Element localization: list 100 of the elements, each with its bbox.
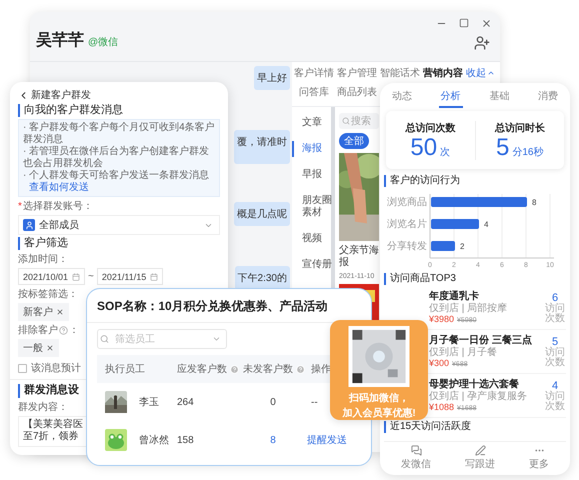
checkbox[interactable] — [18, 364, 27, 373]
channel-label: @微信 — [88, 36, 118, 49]
section-title: 向我的客户群发消息 — [18, 104, 220, 118]
date-field[interactable]: 2021/10/01 — [18, 268, 86, 286]
tag-chip[interactable]: 一般 — [18, 339, 59, 358]
visit-count: 4 — [552, 380, 558, 392]
info-text: · 客户群发每个客户每个月仅可收到4条客户群发消息 — [23, 122, 215, 146]
stat-label: 总访问时长 — [494, 121, 545, 134]
chevron-up-icon — [487, 69, 495, 77]
employee-name: 曾冰然 — [138, 434, 169, 447]
category-item[interactable]: 宣传册 — [292, 257, 334, 273]
person-icon — [24, 220, 34, 230]
category-item[interactable]: 海报 — [292, 141, 334, 157]
qr-caption: 扫码加微信， — [349, 392, 409, 405]
count-label: 访问次数 — [545, 392, 565, 412]
calendar-icon — [150, 272, 158, 281]
category-item[interactable]: 视频 — [292, 231, 334, 247]
value-label: 2 — [460, 242, 464, 251]
axis-label: 浏览商品 — [387, 197, 427, 208]
tag-chip[interactable]: 新客户 — [18, 303, 69, 322]
checkbox-label: 该消息预计 — [31, 362, 81, 376]
account-select[interactable]: 全部成员 — [18, 215, 220, 236]
nav-button[interactable]: 更多 — [529, 445, 549, 471]
tab[interactable]: 基础 — [487, 87, 512, 108]
product-tags: 仅到店 | 月子餐 — [429, 347, 544, 358]
required-mark: * — [18, 200, 22, 212]
stat-value: 5 — [496, 136, 510, 160]
product-name: 年度通乳卡 — [429, 291, 480, 302]
contact-name: 吴芊芊 — [36, 30, 84, 51]
close-icon[interactable] — [481, 18, 492, 29]
column-header: 应发客户数 — [177, 362, 227, 376]
column-header: 未发客户数 — [243, 362, 293, 376]
axis-label: 分享转发 — [387, 241, 427, 252]
axis-label: 浏览名片 — [387, 219, 427, 230]
qr-caption: 加入会员享优惠! — [342, 406, 416, 420]
close-icon[interactable] — [56, 308, 64, 316]
tab[interactable]: 智能话术 — [380, 65, 420, 81]
info-text: · 若管理员在微伴后台为客户创建客户群发也会占用群发机会 — [23, 146, 210, 170]
field-label: 排除客户 — [18, 324, 58, 338]
value-label: 8 — [532, 198, 536, 207]
message-text: 至7折，领券 — [23, 431, 79, 444]
page-title: 新建客户群发 — [31, 88, 91, 102]
product-price: ¥3980 — [429, 314, 454, 324]
tab[interactable]: 分析 — [438, 87, 463, 108]
range-separator: ~ — [88, 271, 94, 282]
message-bubble: 早上好 — [254, 66, 290, 90]
bar — [431, 219, 479, 229]
product-tags: 仅到店 | 局部按摩 — [429, 303, 544, 314]
info-text: · 个人群发每天可给客户发送一条群发消息 查看如何发送 — [23, 170, 210, 194]
stat-unit: 次 — [440, 146, 450, 158]
field-label: 群发内容： — [18, 400, 68, 414]
stat-label: 总访问次数 — [405, 121, 456, 134]
category-item[interactable]: 文章 — [292, 115, 334, 131]
section-title: 访问商品TOP3 — [384, 273, 456, 285]
field-label: 按标签筛选： — [18, 288, 78, 302]
filter-chip[interactable]: 全部 — [339, 133, 369, 149]
nav-button[interactable]: 发微信 — [401, 445, 431, 471]
value-label: 4 — [484, 220, 488, 229]
date-field[interactable]: 2021/11/15 — [96, 268, 164, 286]
product-name: 母婴护理十选六套餐 — [429, 379, 520, 390]
column-header: 执行员工 — [105, 362, 145, 376]
collapse-button[interactable]: 收起 — [466, 66, 495, 80]
search-field[interactable]: 搜索 — [339, 113, 379, 129]
count-label: 访问次数 — [545, 304, 565, 324]
tab[interactable]: 消费 — [536, 87, 560, 108]
category-item[interactable]: 早报 — [292, 167, 334, 183]
stat-unit: 分16秒 — [512, 146, 544, 158]
add-user-icon[interactable] — [474, 35, 490, 51]
table-cell-text: -- — [310, 396, 318, 408]
product-name: 月子餐一日份 三餐三点 — [429, 335, 533, 346]
material-title: 父亲节海报 — [339, 245, 379, 269]
chat-icon — [410, 445, 422, 456]
tab[interactable]: 客户详情 — [294, 65, 334, 81]
tab[interactable]: 客户管理 — [337, 65, 377, 81]
field-label: 选择群发账号： — [22, 200, 93, 214]
search-icon — [342, 117, 350, 125]
tab[interactable]: 商品列表 — [337, 84, 377, 100]
tab[interactable]: 动态 — [390, 87, 414, 108]
help-link[interactable]: 查看如何发送 — [29, 182, 89, 194]
product-price: ¥1088 — [429, 402, 454, 412]
field-label: 添加时间： — [18, 252, 68, 266]
employee-select[interactable]: 筛选员工 — [97, 329, 227, 349]
remind-link[interactable]: 提醒发送 — [307, 433, 363, 447]
bar — [431, 241, 455, 251]
search-icon — [100, 334, 109, 344]
table-cell: 8 — [270, 434, 276, 446]
close-icon[interactable] — [46, 344, 54, 352]
message-bubble: 覆，请准时 — [234, 130, 290, 164]
visit-count: 6 — [552, 292, 558, 304]
table-cell: 0 — [270, 396, 276, 408]
nav-button[interactable]: 写跟进 — [465, 445, 495, 471]
pen-icon — [474, 445, 486, 456]
count-label: 访问次数 — [545, 348, 565, 368]
maximize-icon[interactable] — [459, 18, 469, 28]
tab[interactable]: 问答库 — [294, 84, 334, 100]
tab[interactable]: 营销内容 — [423, 65, 463, 81]
visit-count: 5 — [552, 336, 558, 348]
category-item[interactable]: 朋友圈素材 — [292, 193, 334, 221]
column-header: 操作 — [311, 363, 331, 376]
product-tags: 仅到店 | 孕产康复服务 — [429, 391, 544, 402]
